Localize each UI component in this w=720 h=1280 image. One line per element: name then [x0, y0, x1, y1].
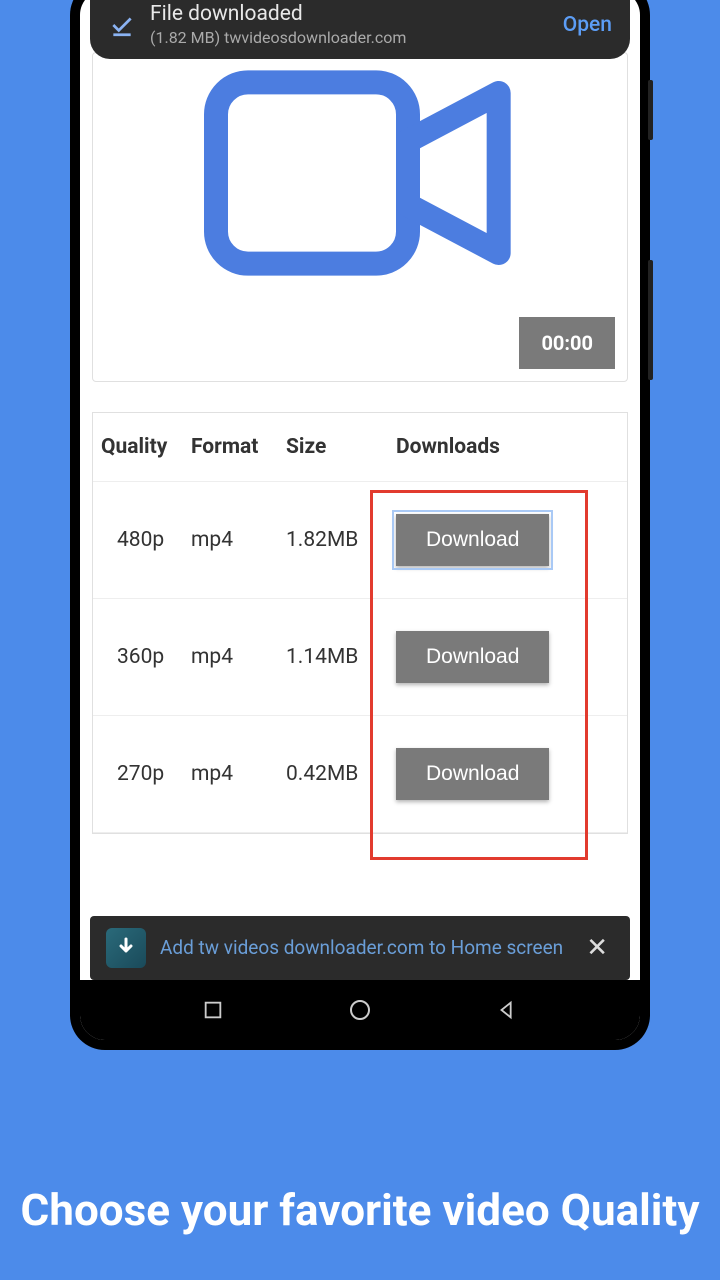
promo-caption: Choose your favorite video Quality — [0, 1181, 720, 1240]
header-format: Format — [191, 435, 286, 459]
download-button[interactable]: Download — [396, 514, 549, 566]
notification-title: File downloaded — [150, 2, 549, 26]
download-button[interactable]: Download — [396, 748, 549, 800]
cell-size: 1.14MB — [286, 645, 376, 669]
checkmark-download-icon — [108, 11, 136, 39]
cell-quality: 270p — [101, 762, 191, 786]
table-row: 270p mp4 0.42MB Download — [93, 716, 627, 833]
table-header-row: Quality Format Size Downloads — [93, 413, 627, 482]
content-area: 00:00 Quality Format Size Downloads 480p… — [80, 0, 640, 980]
cell-quality: 360p — [101, 645, 191, 669]
back-button[interactable] — [492, 995, 522, 1025]
home-button[interactable] — [345, 995, 375, 1025]
table-row: 480p mp4 1.82MB Download — [93, 482, 627, 599]
close-icon[interactable]: ✕ — [580, 933, 614, 963]
cell-format: mp4 — [191, 528, 286, 552]
notification-subtitle: (1.82 MB) twvideosdownloader.com — [150, 28, 549, 47]
phone-frame: 00:00 Quality Format Size Downloads 480p… — [70, 0, 650, 1050]
header-size: Size — [286, 435, 376, 459]
phone-screen: 00:00 Quality Format Size Downloads 480p… — [80, 0, 640, 1040]
phone-side-button — [648, 80, 653, 140]
android-nav-bar — [80, 980, 640, 1040]
table-row: 360p mp4 1.14MB Download — [93, 599, 627, 716]
header-quality: Quality — [101, 435, 191, 459]
cell-format: mp4 — [191, 645, 286, 669]
video-preview: 00:00 — [92, 52, 628, 382]
quality-table: Quality Format Size Downloads 480p mp4 1… — [92, 412, 628, 834]
cell-quality: 480p — [101, 528, 191, 552]
recent-apps-button[interactable] — [198, 995, 228, 1025]
video-timestamp: 00:00 — [519, 317, 615, 369]
phone-side-button — [648, 260, 653, 380]
add-home-text: Add tw videos downloader.com to Home scr… — [160, 936, 566, 961]
add-to-home-banner[interactable]: Add tw videos downloader.com to Home scr… — [90, 916, 630, 980]
download-notification[interactable]: File downloaded (1.82 MB) twvideosdownlo… — [90, 0, 630, 59]
header-downloads: Downloads — [376, 435, 619, 459]
open-button[interactable]: Open — [563, 13, 612, 37]
download-button[interactable]: Download — [396, 631, 549, 683]
cell-format: mp4 — [191, 762, 286, 786]
video-camera-icon — [200, 63, 520, 287]
app-download-icon — [106, 928, 146, 968]
cell-size: 1.82MB — [286, 528, 376, 552]
notification-text: File downloaded (1.82 MB) twvideosdownlo… — [150, 2, 549, 47]
cell-size: 0.42MB — [286, 762, 376, 786]
